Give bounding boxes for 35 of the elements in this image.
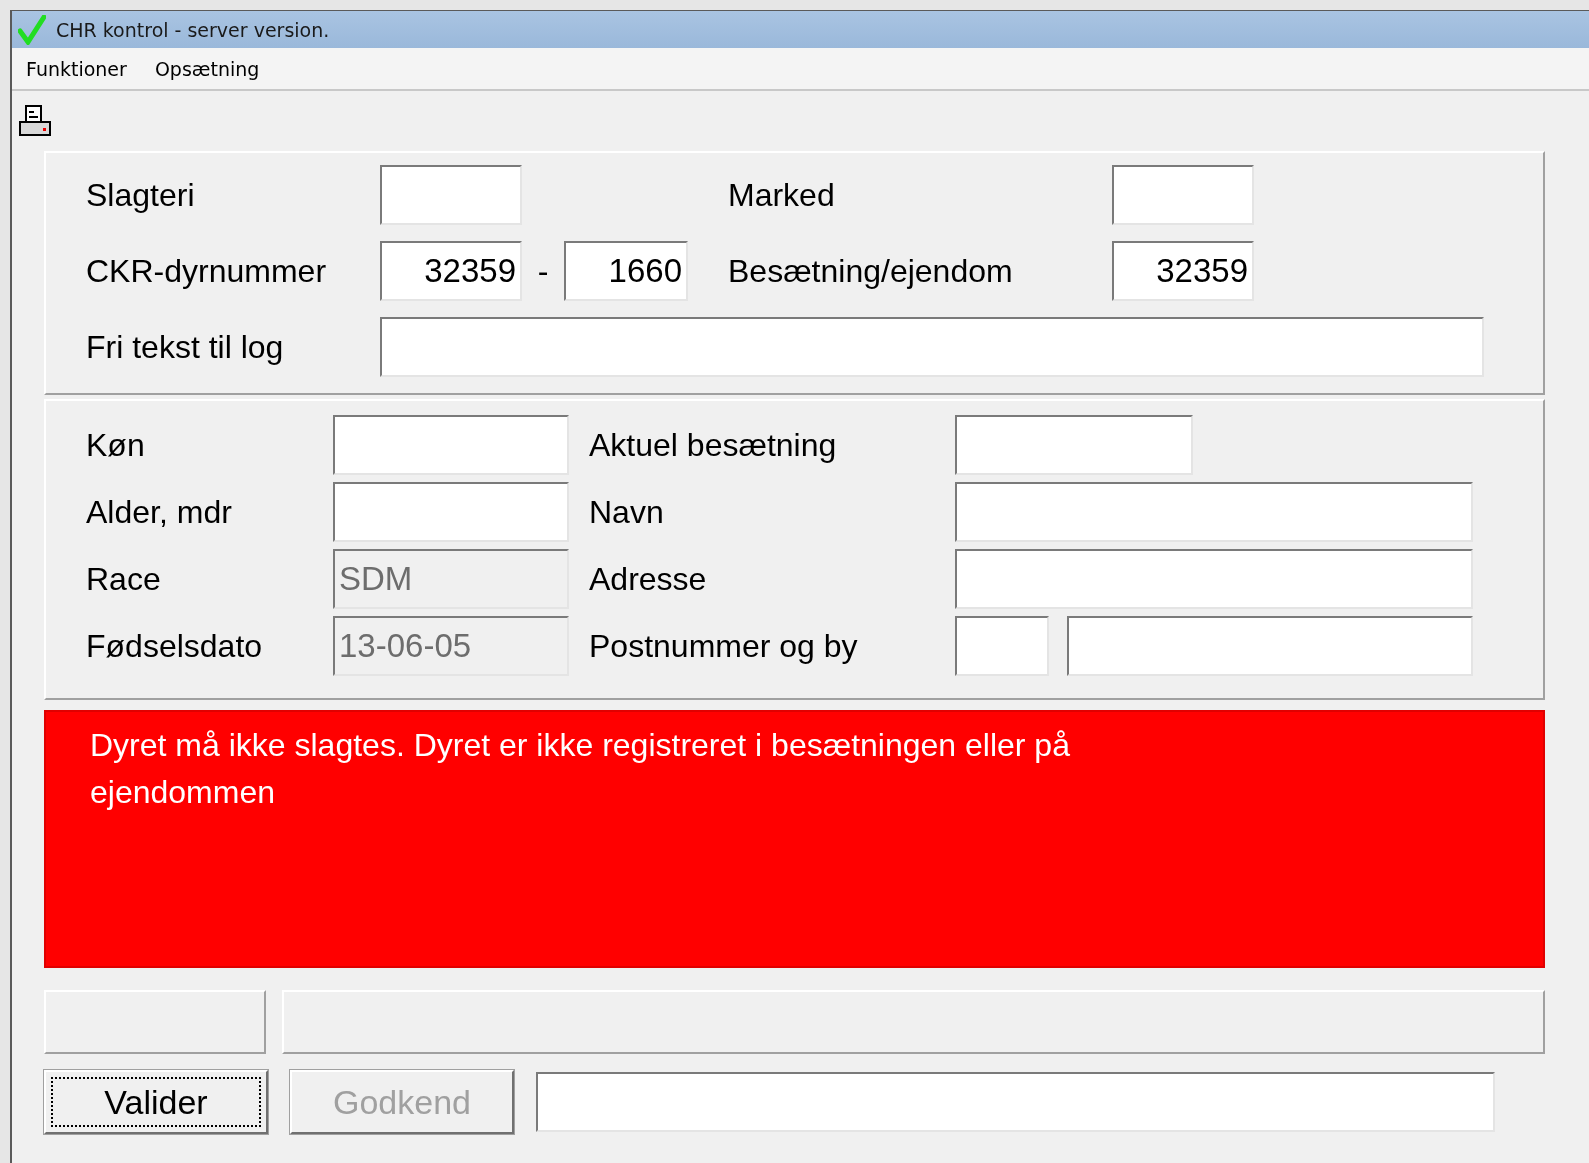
input-field[interactable]: 32359 [1112, 241, 1254, 301]
action-button[interactable]: Valider [44, 1070, 268, 1134]
postal-code-field[interactable] [955, 616, 1049, 676]
field-label: Race [86, 560, 162, 598]
field-label: Aktuel besætning [589, 426, 838, 464]
field-label: Alder, mdr [86, 493, 233, 531]
input-field[interactable] [333, 482, 569, 542]
input-field[interactable]: 1660 [564, 241, 688, 301]
city-field[interactable] [1067, 616, 1473, 676]
checkmark-icon [18, 14, 46, 45]
error-message: Dyret må ikke slagtes. Dyret er ikke registreret i besætningen eller på ejendommen [90, 726, 1071, 812]
window-title: CHR kontrol - server version. [56, 18, 330, 41]
input-field[interactable] [380, 317, 1484, 377]
field-label: Slagteri [86, 176, 196, 214]
input-field[interactable] [955, 415, 1193, 475]
input-field[interactable] [536, 1072, 1495, 1132]
field-label: Navn [589, 493, 665, 531]
field-label: Adresse [589, 560, 708, 598]
input-field[interactable] [333, 415, 569, 475]
field-label: Besætning/ejendom [728, 252, 1014, 290]
printer-icon[interactable] [18, 104, 52, 138]
menu-item[interactable]: Funktioner [26, 57, 127, 80]
separator-text: - [536, 252, 550, 290]
input-field[interactable] [955, 549, 1473, 609]
field-label: Postnummer og by [589, 627, 859, 665]
menu-item[interactable]: Opsætning [154, 57, 260, 80]
input-field[interactable] [955, 482, 1473, 542]
field-label: Fri tekst til log [86, 328, 285, 366]
field-label: Fødselsdato [86, 627, 264, 665]
field-label: Køn [86, 426, 146, 464]
input-field[interactable]: 32359 [380, 241, 522, 301]
field-label: CKR-dyrnummer [86, 252, 328, 290]
input-field[interactable] [1112, 165, 1254, 225]
input-field[interactable] [380, 165, 522, 225]
field-label: Marked [728, 176, 836, 214]
